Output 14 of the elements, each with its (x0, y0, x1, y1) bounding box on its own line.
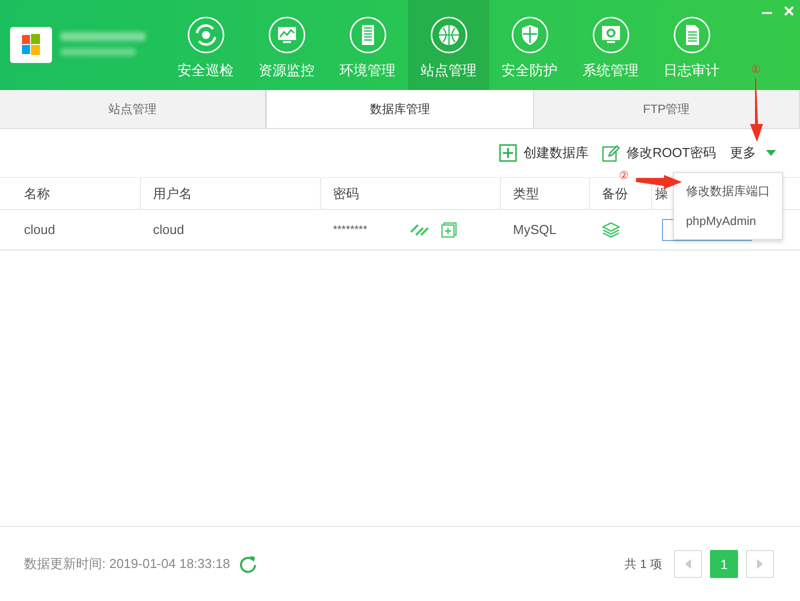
table-cell-text: MySQL (512, 221, 558, 239)
annotation-number: ② (619, 169, 629, 182)
table-cell-text: cloud (23, 221, 56, 239)
column-header: 密码 (333, 184, 359, 202)
table-cell-text: ******** (333, 224, 368, 236)
total-count-text: 共 1 项 (624, 556, 662, 572)
table-cell-text: cloud (152, 221, 186, 239)
column-header: 类型 (513, 184, 539, 202)
column-header: 备份 (602, 184, 628, 202)
column-header: 操 (655, 184, 668, 202)
column-header: 用户名 (153, 184, 192, 202)
update-time-text: 数据更新时间: 2019-01-04 18:33:18 (24, 555, 230, 573)
column-header: 名称 (24, 184, 50, 202)
annotation-number: ① (751, 63, 761, 76)
